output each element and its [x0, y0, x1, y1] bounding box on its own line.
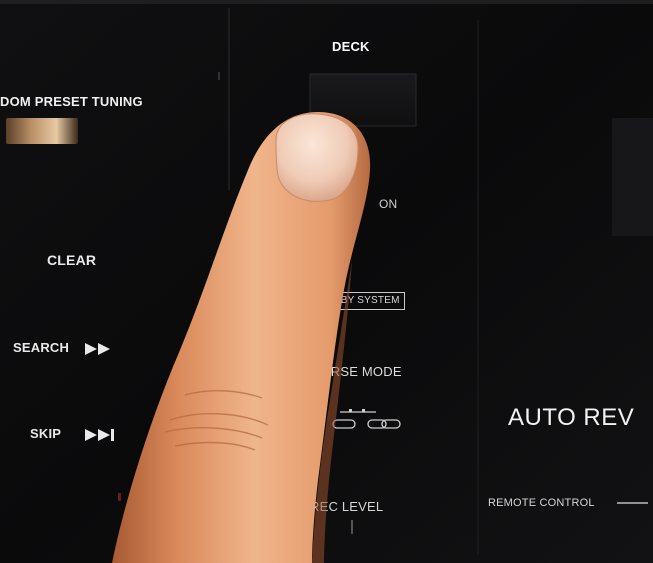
stereo-control-panel-photo: DOM PRESET TUNING DECK ON CLEAR SEARCH S…	[0, 0, 653, 563]
pointing-finger	[112, 112, 371, 563]
